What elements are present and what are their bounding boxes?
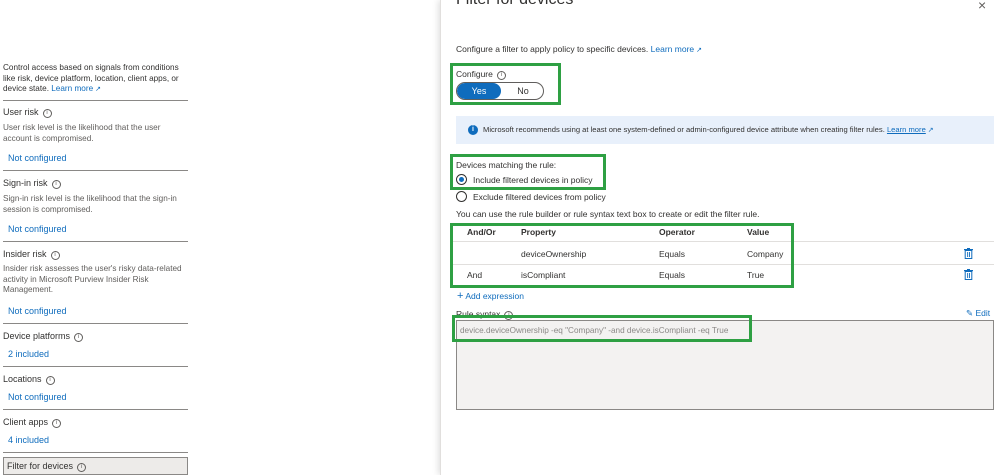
info-icon[interactable]: i (51, 180, 61, 189)
info-icon[interactable]: i (50, 251, 60, 260)
column-header-operator: Operator (659, 227, 695, 237)
column-header-value: Value (747, 227, 770, 237)
exclude-option-label[interactable]: Exclude filtered devices from policy (473, 192, 606, 202)
info-icon[interactable]: i (496, 71, 506, 80)
row-operator[interactable]: Equals (659, 270, 685, 280)
configure-toggle[interactable]: Yes No (456, 82, 544, 100)
exclude-radio[interactable] (456, 191, 467, 202)
device-platforms-title: Device platforms i (3, 331, 84, 342)
row-value[interactable]: Company (747, 249, 783, 259)
divider (3, 366, 188, 367)
info-icon[interactable]: i (52, 419, 62, 428)
toggle-yes[interactable]: Yes (457, 83, 501, 99)
banner-content: Microsoft recommends using at least one … (483, 125, 934, 134)
info-banner: i Microsoft recommends using at least on… (456, 116, 994, 144)
info-icon[interactable]: i (77, 463, 87, 472)
divider (3, 170, 188, 171)
sign-in-risk-desc: Sign-in risk level is the likelihood tha… (3, 194, 177, 214)
row-operator[interactable]: Equals (659, 249, 685, 259)
toggle-no[interactable]: No (501, 83, 543, 99)
external-link-icon: ↗ (696, 47, 703, 54)
external-link-icon: ↗ (95, 86, 101, 93)
info-icon[interactable]: i (45, 376, 55, 385)
divider (3, 100, 188, 101)
delete-icon[interactable] (964, 248, 973, 259)
conditions-intro: Control access based on signals from con… (3, 63, 193, 96)
column-header-and-or: And/Or (467, 227, 496, 237)
divider (3, 241, 188, 242)
builder-hint: You can use the rule builder or rule syn… (456, 209, 760, 219)
learn-more-link[interactable]: Learn more (51, 84, 93, 93)
device-platforms-value-link[interactable]: 2 included (8, 349, 49, 359)
external-link-icon: ↗ (927, 127, 934, 134)
row-and-or[interactable]: And (467, 270, 482, 280)
filter-for-devices-label: Filter for devices (7, 461, 74, 471)
user-risk-desc: User risk level is the likelihood that t… (3, 123, 161, 143)
insider-risk-title: Insider risk i (3, 249, 60, 260)
user-risk-value-link[interactable]: Not configured (8, 153, 67, 163)
delete-icon[interactable] (964, 269, 973, 280)
highlight-box (452, 315, 752, 342)
add-expression-label: Add expression (465, 291, 524, 301)
user-risk-title: User risk i (3, 107, 52, 118)
banner-learn-more-link[interactable]: Learn more (887, 125, 926, 134)
filter-for-devices-panel: Filter for devices × Configure a filter … (440, 0, 999, 475)
info-icon[interactable]: i (74, 333, 84, 342)
highlight-box (450, 223, 794, 288)
insider-risk-value-link[interactable]: Not configured (8, 306, 67, 316)
conditions-pane: Control access based on signals from con… (0, 0, 440, 475)
row-property[interactable]: deviceOwnership (521, 249, 586, 259)
client-apps-title: Client apps i (3, 417, 62, 428)
row-value[interactable]: True (747, 270, 764, 280)
info-circle-icon: i (468, 125, 478, 135)
configure-label: Configure i (456, 69, 506, 80)
locations-title: Locations i (3, 374, 55, 385)
add-expression-button[interactable]: + Add expression (457, 290, 524, 302)
panel-intro-text: Configure a filter to apply policy to sp… (456, 44, 649, 54)
divider (3, 323, 188, 324)
client-apps-value-link[interactable]: 4 included (8, 435, 49, 445)
divider (3, 409, 188, 410)
panel-intro: Configure a filter to apply policy to sp… (456, 44, 702, 54)
sign-in-risk-value-link[interactable]: Not configured (8, 224, 67, 234)
info-icon[interactable]: i (42, 109, 52, 118)
divider (3, 452, 188, 453)
close-icon[interactable]: × (978, 0, 986, 13)
include-option-label[interactable]: Include filtered devices in policy (473, 175, 593, 185)
matching-label: Devices matching the rule: (456, 160, 557, 170)
banner-text: Microsoft recommends using at least one … (483, 125, 885, 134)
learn-more-link[interactable]: Learn more (651, 44, 694, 54)
plus-icon: + (457, 290, 464, 302)
pencil-icon: ✎ (966, 308, 974, 318)
filter-for-devices-item[interactable]: Filter for devices i (3, 457, 188, 475)
panel-title: Filter for devices (456, 0, 573, 9)
include-radio[interactable] (456, 174, 467, 185)
row-property[interactable]: isCompliant (521, 270, 565, 280)
sign-in-risk-title: Sign-in risk i (3, 178, 61, 189)
column-header-property: Property (521, 227, 556, 237)
insider-risk-desc: Insider risk assesses the user's risky d… (3, 264, 182, 294)
edit-button[interactable]: ✎ Edit (966, 308, 990, 319)
locations-value-link[interactable]: Not configured (8, 392, 67, 402)
edit-label: Edit (975, 308, 991, 318)
